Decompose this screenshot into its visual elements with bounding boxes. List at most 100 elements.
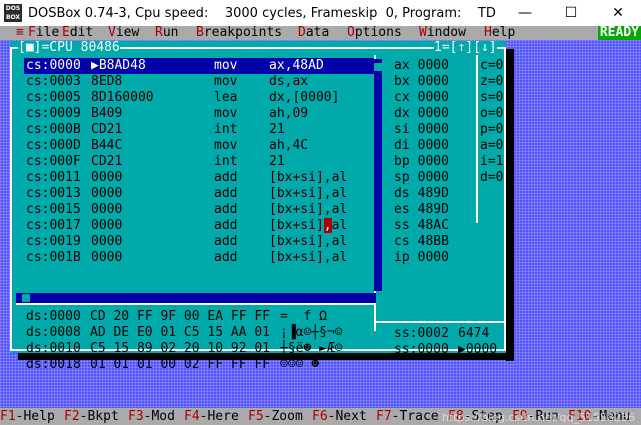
dump-ascii[interactable]: ☺☺☺ ☻ <box>280 357 319 373</box>
dump-bytes[interactable]: 01 01 01 00 02 FF FF FF <box>90 357 270 373</box>
code-row[interactable]: cs:0017 0000 add [bx+si],al <box>24 218 374 234</box>
code-address: cs:0017 <box>26 218 81 233</box>
dump-address[interactable]: ds:0008 <box>26 325 81 341</box>
dump-bytes[interactable]: CD 20 FF 9F 00 EA FF FF <box>90 309 270 325</box>
code-row[interactable]: cs:0005 8D160000 lea dx,[0000] <box>24 90 374 106</box>
dump-bytes[interactable]: C5 15 89 02 20 10 92 01 <box>90 341 270 357</box>
code-horizontal-scrollbar[interactable] <box>16 293 376 303</box>
fkey-f6[interactable]: F6-Next <box>312 408 367 425</box>
register-2[interactable]: cx 0000 <box>394 90 449 106</box>
dump-address[interactable]: ds:0000 <box>26 309 81 325</box>
register-1[interactable]: bx 0000 <box>394 74 449 90</box>
register-12[interactable]: ip 0000 <box>394 250 449 266</box>
flag[interactable]: c=0 <box>480 58 503 74</box>
dump-address[interactable]: ds:0010 <box>26 341 81 357</box>
flag[interactable]: z=0 <box>480 74 503 90</box>
register-name: cx <box>394 90 410 105</box>
menu-item-hotkey: D <box>298 25 306 40</box>
code-operands: [bx+si],al <box>269 234 348 249</box>
register-name: sp <box>394 170 410 185</box>
fkey-f4[interactable]: F4-Here <box>184 408 239 425</box>
code-row[interactable]: cs:0019 0000 add [bx+si],al <box>24 234 374 250</box>
menu-item-label: ptions <box>354 25 402 40</box>
dump-ascii[interactable]: = f Ω <box>280 309 327 325</box>
window-title: DOSBox 0.74-3, Cpu speed: 3000 cycles, F… <box>28 5 496 21</box>
code-row[interactable]: cs:0013 0000 add [bx+si],al <box>24 186 374 202</box>
close-button[interactable]: ✕ <box>595 0 641 26</box>
code-row[interactable]: cs:000B CD21 int 21 <box>24 122 374 138</box>
code-row[interactable]: cs:001B 0000 add [bx+si],al <box>24 250 374 266</box>
register-6[interactable]: bp 0000 <box>394 154 449 170</box>
menu-item-hotkey: F <box>28 25 36 40</box>
minimize-button[interactable]: — <box>502 0 548 26</box>
code-mnemonic: mov <box>214 138 238 153</box>
code-vertical-scrollbar[interactable] <box>374 59 382 291</box>
code-row[interactable]: cs:0015 0000 add [bx+si],al <box>24 202 374 218</box>
dump-ascii[interactable]: ┼§ë☻ ►Æ☺ <box>280 341 343 357</box>
register-10[interactable]: ss 48AC <box>394 218 449 234</box>
code-row[interactable]: cs:0000 ▶B8AD48 mov ax,48AD <box>24 58 374 74</box>
code-address: cs:0013 <box>26 186 81 201</box>
fkey-f3[interactable]: F3-Mod <box>128 408 175 425</box>
cpu-window-scroll-controls[interactable]: 1=[↑][↓] <box>434 41 497 55</box>
flag[interactable]: p=0 <box>480 122 503 138</box>
cpu-window-title[interactable]: [■]=CPU 80486 <box>18 41 120 55</box>
flag[interactable]: d=0 <box>480 170 503 186</box>
fkey-label: -Mod <box>143 409 175 424</box>
code-row[interactable]: cs:000D B44C mov ah,4C <box>24 138 374 154</box>
register-7[interactable]: sp 0000 <box>394 170 449 186</box>
menu-item-hotkey: B <box>196 25 204 40</box>
register-4[interactable]: si 0000 <box>394 122 449 138</box>
maximize-button[interactable]: ☐ <box>548 0 594 26</box>
register-9[interactable]: es 489D <box>394 202 449 218</box>
scrollbar-thumb[interactable] <box>374 63 382 71</box>
register-11[interactable]: cs 48BB <box>394 234 449 250</box>
menu-item-6[interactable]: Options <box>347 26 402 40</box>
register-8[interactable]: ds 489D <box>394 186 449 202</box>
scrollbar-thumb-h[interactable] <box>22 294 30 302</box>
fkey-f7[interactable]: F7-Trace <box>376 408 439 425</box>
menu-item-3[interactable]: Run <box>155 26 178 40</box>
register-3[interactable]: dx 0000 <box>394 106 449 122</box>
register-name: ss <box>394 218 410 233</box>
fkey-f1[interactable]: F1-Help <box>0 408 55 425</box>
dos-screen: ≡ File Edit View Run Breakpoints Data Options W… <box>0 26 641 425</box>
stack-value[interactable]: ▶0000 <box>458 342 497 358</box>
dump-ascii[interactable]: ¡▐α☺┼§¬☺ <box>280 325 343 341</box>
register-0[interactable]: ax 0000 <box>394 58 449 74</box>
flag[interactable]: o=0 <box>480 106 503 122</box>
menu-item-2[interactable]: View <box>108 26 139 40</box>
stack-address[interactable]: ss:0002 <box>394 326 449 342</box>
register-5[interactable]: di 0000 <box>394 138 449 154</box>
code-row[interactable]: cs:000F CD21 int 21 <box>24 154 374 170</box>
dump-bytes[interactable]: AD DE E0 01 C5 15 AA 01 <box>90 325 270 341</box>
register-name: cs <box>394 234 410 249</box>
stack-address[interactable]: ss:0000 <box>394 342 449 358</box>
register-name: ip <box>394 250 410 265</box>
register-name: es <box>394 202 410 217</box>
menu-item-0[interactable]: File <box>28 26 59 40</box>
menu-item-1[interactable]: Edit <box>62 26 93 40</box>
code-bytes: 0000 <box>91 234 123 249</box>
menu-item-5[interactable]: Data <box>298 26 329 40</box>
code-row[interactable]: cs:0011 0000 add [bx+si],al <box>24 170 374 186</box>
code-address: cs:0015 <box>26 202 81 217</box>
menu-item-7[interactable]: Window <box>419 26 466 40</box>
flag[interactable]: i=1 <box>480 154 503 170</box>
code-row[interactable]: cs:0009 B409 mov ah,09 <box>24 106 374 122</box>
fkey-f5[interactable]: F5-Zoom <box>248 408 303 425</box>
menu-item-4[interactable]: Breakpoints <box>196 26 282 40</box>
dump-address[interactable]: ds:0018 <box>26 357 81 373</box>
code-mnemonic: add <box>214 186 238 201</box>
code-address: cs:000F <box>26 154 81 169</box>
menu-item-hotkey: R <box>155 25 163 40</box>
code-row[interactable]: cs:0003 8ED8 mov ds,ax <box>24 74 374 90</box>
cpu-window[interactable]: [■]=CPU 80486 1=[↑][↓] cs:0000 ▶B8AD48 mov… <box>10 41 506 372</box>
flag[interactable]: a=0 <box>480 138 503 154</box>
register-value: 0000 <box>417 90 449 105</box>
stack-value[interactable]: 6474 <box>458 326 489 342</box>
system-menu-icon[interactable]: ≡ <box>16 26 24 40</box>
flag[interactable]: s=0 <box>480 90 503 106</box>
menu-item-8[interactable]: Help <box>484 26 515 40</box>
fkey-f2[interactable]: F2-Bkpt <box>64 408 119 425</box>
